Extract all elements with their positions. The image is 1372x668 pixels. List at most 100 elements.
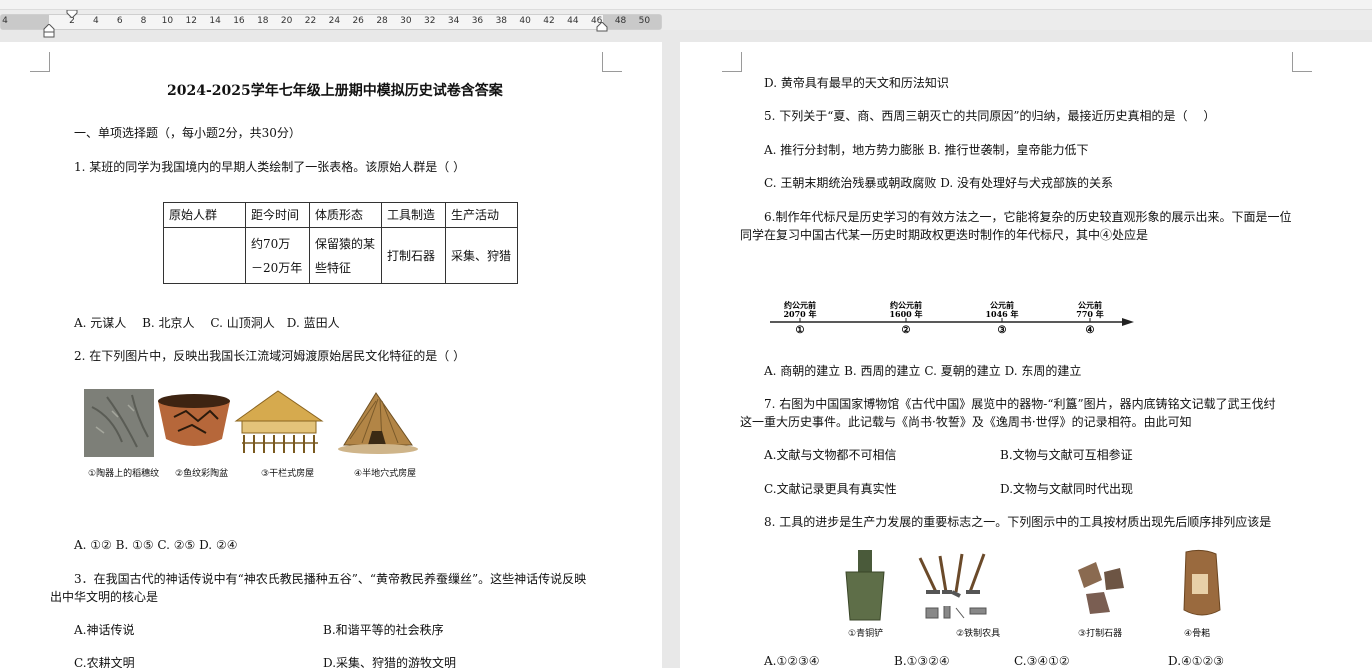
- table-row: 约70万 －20万年 保留猿的某 些特征 打制石器 采集、狩猎: [163, 227, 518, 284]
- section-heading: 一、单项选择题（，每小题2分，共30分）: [74, 126, 301, 140]
- question-8-option-c: C.③④①②: [1014, 654, 1070, 668]
- question-3-option-a: A.神话传说: [74, 623, 135, 637]
- timeline-point: 约公元前2070 年①: [783, 300, 816, 336]
- timeline-number: ③: [998, 325, 1007, 336]
- table-cell-line: －20万年: [251, 260, 303, 275]
- question-6-stem-line2: 同学在复习中国古代某一历史时期政权更迭时制作的年代标尺，其中④处应是: [740, 228, 1149, 242]
- document-editor: 4 2 4 6 8 10 12 14 16 18 20 22 24 26 28 30 32 34 36 38 40 42…: [0, 0, 1372, 668]
- rice-pattern-pottery-image: [84, 389, 154, 457]
- question-1-stem: 1. 某班的同学为我国境内的早期人类绘制了一张表格。该原始人群是（ ）: [74, 160, 466, 174]
- ruler-tick: 44: [567, 16, 579, 26]
- table-cell: 采集、狩猎: [445, 227, 518, 284]
- question-7-option-a: A.文献与文物都不可相信: [764, 448, 897, 462]
- timeline-number: ②: [902, 325, 911, 336]
- dynasty-timeline: 约公元前2070 年①约公元前1600 年②公元前1046 年③公元前770 年…: [770, 300, 1134, 336]
- ruler-area: 4 2 4 6 8 10 12 14 16 18 20 22 24 26 28 30 32 34 36 38 40 42…: [0, 0, 1372, 38]
- neolithic-images: [84, 389, 418, 457]
- question-3-option-c: C.农耕文明: [74, 656, 135, 668]
- timeline-point: 公元前1046 年③: [985, 300, 1018, 336]
- table-cell-line: 保留猿的某: [315, 236, 376, 251]
- table-cell-line: 约70万: [251, 236, 291, 251]
- ruler-tick: 30: [400, 16, 412, 26]
- ruler-tick: 40: [519, 16, 531, 26]
- ruler-tick: 36: [471, 16, 484, 26]
- question-2-stem: 2. 在下列图片中，反映出我国长江流域河姆渡原始居民文化特征的是（ ）: [74, 349, 466, 363]
- question-3-option-b: B.和谐平等的社会秩序: [323, 623, 444, 637]
- ruler-tick: 34: [447, 16, 460, 26]
- stilt-house-image: [234, 390, 324, 453]
- question-7-option-d: D.文物与文献同时代出现: [1000, 482, 1134, 496]
- ruler-left-margin: [1, 15, 49, 29]
- timeline-year: 1600 年: [889, 309, 922, 319]
- question-5-options-ab: A. 推行分封制，地方势力膨胀 B. 推行世袭制，皇帝能力低下: [764, 143, 1089, 157]
- timeline-year: 1046 年: [985, 309, 1018, 319]
- crop-mark: [722, 52, 742, 72]
- fish-pattern-basin-image: [158, 394, 230, 446]
- top-ruler-strip: [0, 0, 1372, 10]
- question-1-options: A. 元谋人 B. 北京人 C. 山顶洞人 D. 蓝田人: [74, 316, 340, 330]
- ruler-tick: 14: [209, 16, 221, 26]
- horizontal-ruler[interactable]: 4 2 4 6 8 10 12 14 16 18 20 22 24 26 28 30 32 34 36 38 40 42…: [0, 14, 662, 30]
- ruler-tick: 48: [614, 16, 627, 26]
- ruler-tick: 12: [185, 16, 197, 26]
- crop-mark: [1292, 52, 1312, 72]
- question-5-options-cd: C. 王朝末期统治残暴或朝政腐败 D. 没有处理好与犬戎部族的关系: [764, 176, 1114, 190]
- ruler-tick: 42: [543, 16, 555, 26]
- question-8-stem: 8. 工具的进步是生产力发展的重要标志之一。下列图示中的工具按材质出现先后顺序排…: [764, 515, 1272, 529]
- question-5-stem: 5. 下列关于“夏、商、西周三朝灭亡的共同原因”的归纳，最接近历史真相的是（ ）: [764, 109, 1216, 123]
- image-caption: ③打制石器: [1078, 629, 1123, 639]
- question-8-option-a: A.①②③④: [764, 654, 820, 668]
- early-humans-table: 原始人群 距今时间 体质形态 工具制造 生产活动 约70万 －20万年 保留猿的…: [163, 202, 518, 284]
- question-8-option-d: D.④①②③: [1168, 654, 1225, 668]
- table-header-cell: 原始人群: [163, 202, 246, 228]
- ruler-tick: 24: [328, 16, 341, 26]
- image-caption: ①陶器上的稻穗纹: [88, 469, 160, 479]
- ruler-tick: 28: [376, 16, 388, 26]
- ruler-tick: 8: [140, 16, 147, 26]
- ruler-tick: 6: [116, 16, 123, 26]
- table-cell-line: 些特征: [315, 260, 352, 275]
- table-header-cell: 生产活动: [445, 202, 518, 228]
- chipped-stone-image: [1078, 562, 1124, 614]
- crop-mark: [602, 52, 622, 72]
- question-8-option-b: B.①③②④: [894, 654, 950, 668]
- ruler-tick: 10: [161, 16, 174, 26]
- tool-images: [845, 549, 1221, 621]
- timeline-point: 约公元前1600 年②: [889, 300, 922, 336]
- timeline-arrow-icon: [1122, 318, 1134, 326]
- table-cell: [163, 227, 246, 284]
- document-page-right[interactable]: D. 黄帝具有最早的天文和历法知识 5. 下列关于“夏、商、西周三朝灭亡的共同原…: [680, 42, 1372, 668]
- table-header-cell: 体质形态: [309, 202, 382, 228]
- bronze-shovel-image: [845, 550, 885, 621]
- image-caption: ①青铜铲: [848, 629, 884, 639]
- crop-mark: [30, 52, 50, 72]
- hanging-indent-marker[interactable]: [43, 24, 55, 38]
- iron-tools-image: [918, 553, 987, 619]
- question-7-stem-line2: 这一重大历史事件。此记载与《尚书·牧誓》及《逸周书·世俘》的记录相符。由此可知: [740, 415, 1192, 429]
- question-6-stem-line1: 6.制作年代标尺是历史学习的有效方法之一，它能将复杂的历史较直观形象的展示出来。…: [764, 210, 1292, 224]
- question-7-option-c: C.文献记录更具有真实性: [764, 482, 897, 496]
- ruler-tick: 18: [257, 16, 269, 26]
- ruler-tick: 26: [352, 16, 364, 26]
- table-cell: 约70万 －20万年: [245, 227, 310, 284]
- ruler-right-margin: [603, 15, 661, 29]
- ruler-tick: 38: [495, 16, 508, 26]
- timeline-year: 2070 年: [783, 309, 816, 319]
- semi-subterranean-house-image: [338, 392, 418, 454]
- table-header-cell: 工具制造: [381, 202, 446, 228]
- bone-spade-image: [1183, 549, 1221, 616]
- ruler-tick: 4: [2, 16, 8, 26]
- question-4-option-d: D. 黄帝具有最早的天文和历法知识: [764, 76, 949, 90]
- ruler-tick: 50: [638, 16, 651, 26]
- document-page-left[interactable]: 2024-2025学年七年级上册期中模拟历史试卷含答案 一、单项选择题（，每小题…: [0, 42, 662, 668]
- question-3-stem-line2: 出中华文明的核心是: [50, 590, 159, 604]
- question-3-stem-line1: 3．在我国古代的神话传说中有“神农氏教民播种五谷”、“黄帝教民养蚕缫丝”。这些神…: [74, 572, 587, 586]
- right-indent-marker[interactable]: [596, 22, 608, 32]
- image-caption: ②鱼纹彩陶盆: [175, 469, 229, 479]
- image-caption: ④半地穴式房屋: [354, 469, 417, 479]
- table-header-row: 原始人群 距今时间 体质形态 工具制造 生产活动: [163, 202, 518, 228]
- first-line-indent-marker[interactable]: [66, 10, 78, 18]
- ruler-tick: 20: [280, 16, 293, 26]
- table-cell: 打制石器: [381, 227, 446, 284]
- question-7-stem-line1: 7. 右图为中国国家博物馆《古代中国》展览中的器物-“利簋”图片，器内底铸铭文记…: [764, 397, 1276, 411]
